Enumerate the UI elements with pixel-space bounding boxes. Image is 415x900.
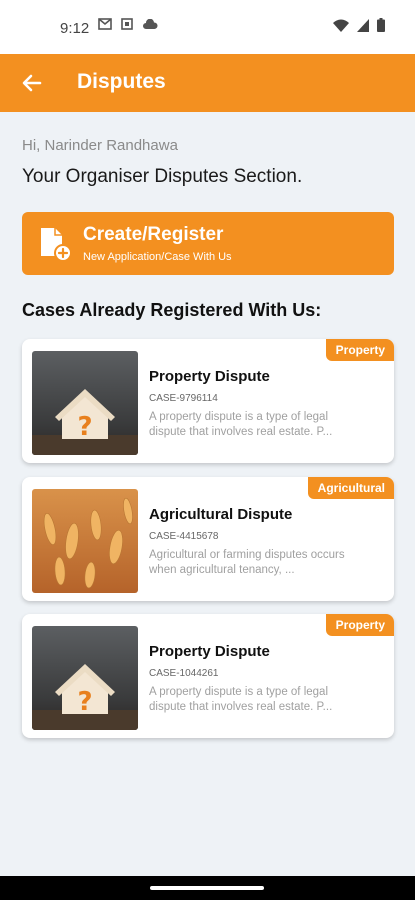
case-description: A property dispute is a type of legal di… [149,686,333,713]
battery-icon [377,18,385,32]
home-indicator[interactable] [150,886,264,890]
status-time: 9:12 [60,20,90,37]
document-add-icon [41,228,72,262]
page-title: Disputes [77,70,166,93]
status-system-icons [333,18,385,32]
gmail-icon [98,18,112,30]
case-description: Agricultural or farming disputes occurs … [149,549,345,576]
case-title: Property Dispute [149,643,270,660]
create-register-button[interactable]: Create/Register New Application/Case Wit… [22,212,394,275]
case-number: CASE-1044261 [149,668,219,679]
app-bar: Disputes [0,54,415,112]
house-question-image: ? [32,351,138,455]
status-notification-icons [98,18,158,30]
case-description: A property dispute is a type of legal di… [149,411,333,438]
system-navigation-bar [0,876,415,900]
case-title: Agricultural Dispute [149,506,293,523]
status-bar: 9:12 [0,0,415,54]
case-title: Property Dispute [149,368,270,385]
create-button-subtitle: New Application/Case With Us [83,251,232,263]
case-card[interactable]: Agricultural Agricultural Dispute CASE-4… [22,477,394,601]
cases-heading: Cases Already Registered With Us: [22,300,322,320]
create-button-title: Create/Register [83,224,224,245]
signal-icon [357,18,369,32]
wheat-field-image [32,489,138,593]
case-category-badge: Property [325,339,394,361]
case-card[interactable]: Property ? Property Dispute CASE-9796114… [22,339,394,463]
svg-text:?: ? [77,412,92,442]
case-number: CASE-9796114 [149,393,218,404]
case-category-badge: Property [325,614,394,636]
case-number: CASE-4415678 [149,531,219,542]
svg-text:?: ? [77,687,92,717]
house-question-image: ? [32,626,138,730]
wifi-icon [333,19,349,32]
arrow-left-icon [22,74,42,92]
cloud-icon [143,18,158,29]
case-card[interactable]: Property ? Property Dispute CASE-1044261… [22,614,394,738]
greeting-text: Hi, Narinder Randhawa [22,137,178,154]
app-icon [121,18,133,30]
case-category-badge: Agricultural [307,477,394,499]
back-button[interactable] [18,69,46,97]
section-title: Your Organiser Disputes Section. [22,166,303,187]
